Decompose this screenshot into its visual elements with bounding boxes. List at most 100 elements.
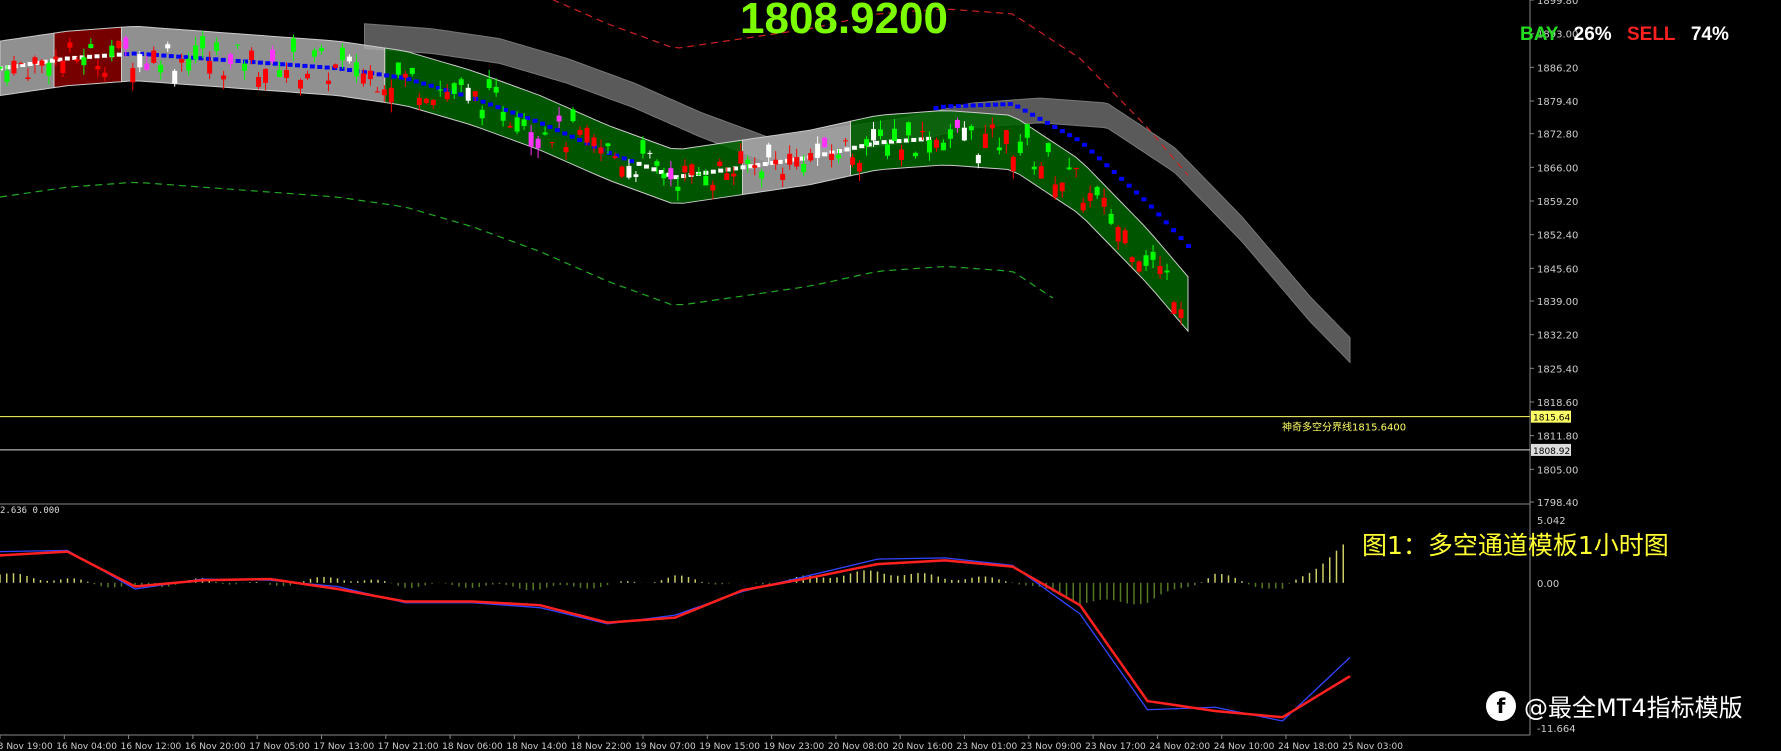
current-price: 1808.9200 [740, 0, 948, 43]
candle-body [703, 176, 709, 186]
candle-body [1129, 257, 1135, 263]
price-tick-label: 1805.00 [1537, 465, 1578, 476]
price-tick-label: 1798.40 [1537, 498, 1578, 509]
trend-dot [309, 64, 315, 69]
candle-body [32, 57, 38, 64]
trend-dot [911, 137, 917, 142]
trend-dot [1126, 183, 1132, 188]
candle-body [549, 142, 555, 144]
candle-body [1101, 197, 1107, 207]
trend-dot [161, 53, 167, 58]
trend-dot [851, 145, 857, 150]
trend-dot [1052, 124, 1058, 129]
trend-dot [302, 63, 308, 68]
candle-body [556, 115, 562, 122]
candle-body [1115, 226, 1121, 242]
candle-body [640, 140, 646, 154]
price-tick-label: 1872.80 [1537, 130, 1578, 141]
trend-dot [346, 68, 352, 73]
hline-label: 神奇多空分界线1815.6400 [1282, 421, 1406, 434]
candle-body [249, 50, 255, 61]
candle-body [724, 173, 730, 180]
trend-dot [540, 121, 546, 126]
bay-sell-ratio: BAY 26% SELL 74% [1520, 24, 1739, 46]
candle-body [186, 58, 192, 71]
candle-body [416, 97, 422, 105]
candle-body [325, 80, 331, 84]
price-tick-label: 1899.80 [1537, 0, 1578, 7]
trend-dot [257, 60, 263, 65]
trend-dot [636, 161, 642, 166]
candle-body [297, 79, 303, 89]
trend-dot [532, 118, 538, 123]
candle-body [346, 56, 352, 62]
time-tick-label: 18 Nov 22:00 [571, 742, 632, 751]
candle-body [1045, 143, 1051, 153]
trend-dot [295, 63, 300, 68]
trend-dot [1022, 108, 1028, 113]
candle-body [109, 45, 115, 57]
time-tick-label: 16 Nov 04:00 [56, 742, 117, 751]
price-tick-label: 1832.20 [1537, 331, 1578, 342]
time-tick-label: 19 Nov 07:00 [635, 742, 696, 751]
candle-body [458, 79, 464, 86]
oscillator-header: 2.636 0.000 [0, 506, 60, 516]
trend-dot [1148, 204, 1154, 209]
trend-dot [948, 104, 954, 109]
watermark: f @最全MT4指标模版 [1486, 688, 1743, 723]
candle-body [766, 144, 772, 158]
trend-dot [124, 52, 130, 57]
candle-body [898, 149, 904, 160]
candle-body [1150, 251, 1156, 260]
trend-dot [1000, 102, 1006, 107]
trend-dot [213, 57, 219, 62]
time-tick-label: 16 Nov 12:00 [121, 742, 182, 751]
price-chart: 1815.64神奇多空分界线1815.64001808.921899.80189… [0, 0, 1578, 751]
candle-body [486, 79, 492, 88]
trend-dot [64, 56, 70, 61]
trend-dot [651, 167, 657, 172]
trend-dot [1134, 190, 1140, 195]
candle-body [1143, 255, 1149, 266]
trend-dot [1111, 170, 1117, 175]
osc-tick-label: 0.00 [1537, 579, 1559, 590]
candle-body [1059, 182, 1065, 192]
time-tick-label: 23 Nov 01:00 [957, 742, 1018, 751]
watermark-text: @最全MT4指标模版 [1524, 694, 1743, 722]
trend-dot [5, 65, 11, 70]
upper-shadow-band [364, 23, 1351, 364]
candle-body [311, 50, 317, 57]
candle-body [871, 129, 877, 141]
candle-body [598, 147, 604, 154]
trend-dot [896, 139, 902, 144]
trend-dot [740, 165, 746, 170]
trend-dot [940, 104, 946, 109]
candle-body [815, 143, 821, 157]
candle-body [787, 153, 793, 165]
candle-body [200, 36, 206, 49]
trend-dot [220, 57, 226, 62]
trend-dot [970, 103, 976, 108]
time-tick-label: 17 Nov 13:00 [314, 742, 375, 751]
trend-dot [710, 169, 716, 174]
candle-body [423, 98, 429, 104]
candle-body [850, 157, 856, 165]
candle-body [277, 70, 283, 77]
price-tick-label: 1839.00 [1537, 297, 1578, 308]
candle-body [374, 91, 380, 93]
trend-dot [480, 99, 486, 104]
trend-dot [643, 164, 649, 169]
candle-body [263, 68, 269, 83]
candle-body [891, 128, 897, 141]
time-tick-label: 24 Nov 10:00 [1214, 742, 1275, 751]
price-tick-label: 1852.40 [1537, 231, 1578, 242]
candle-body [11, 60, 17, 74]
candle-body [905, 122, 911, 136]
price-tick-label: 1845.60 [1537, 264, 1578, 275]
trend-dot [87, 54, 93, 59]
candle-body [989, 124, 995, 129]
time-tick-label: 23 Nov 09:00 [1021, 742, 1082, 751]
trend-dot [243, 59, 249, 64]
candle-body [95, 66, 101, 70]
candle-body [794, 157, 800, 167]
